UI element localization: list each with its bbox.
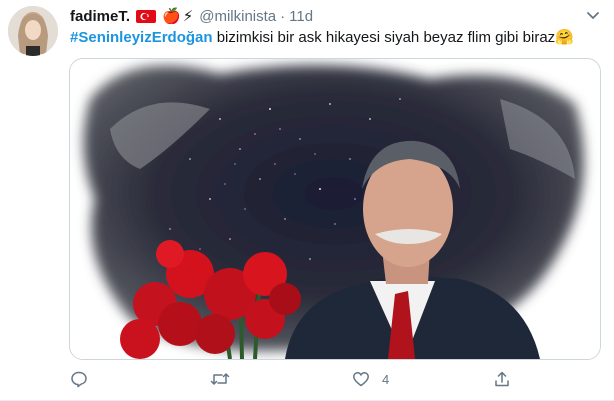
like-count: 4 (382, 371, 390, 387)
share-button[interactable] (493, 368, 511, 390)
avatar[interactable] (8, 6, 58, 56)
lightning-emoji-icon: ⚡ (182, 8, 194, 25)
display-name[interactable]: fadimeT. (70, 8, 130, 25)
tweet-media[interactable] (69, 58, 601, 360)
chevron-down-icon[interactable] (584, 6, 602, 24)
user-handle[interactable]: @milkinista (199, 8, 276, 25)
turkey-flag-icon (136, 8, 157, 25)
separator-dot: · (280, 7, 286, 25)
tweet-body: bizimkisi bir ask hikayesi siyah beyaz f… (212, 29, 556, 46)
avatar-image (8, 6, 58, 56)
tweet-header: fadimeT. 🍎 ⚡ @milkinista · 11d (70, 6, 313, 26)
apple-emoji-icon: 🍎 (162, 8, 181, 25)
tweet[interactable]: fadimeT. 🍎 ⚡ @milkinista · 11d #Seninley… (0, 0, 614, 401)
like-button[interactable]: 4 (352, 368, 389, 390)
tweet-text: #SeninleyizErdoğan bizimkisi bir ask hik… (70, 28, 574, 48)
heart-icon (353, 372, 369, 387)
retweet-icon (210, 373, 230, 385)
tweet-actions: 4 (70, 368, 530, 390)
share-icon (495, 371, 509, 387)
reply-button[interactable] (70, 368, 88, 390)
hashtag-link[interactable]: #SeninleyizErdoğan (70, 29, 213, 46)
retweet-button[interactable] (210, 368, 230, 390)
media-image (70, 59, 600, 359)
hug-emoji-icon: 🤗 (555, 29, 574, 46)
reply-icon (71, 371, 87, 388)
timestamp[interactable]: 11d (289, 8, 313, 25)
